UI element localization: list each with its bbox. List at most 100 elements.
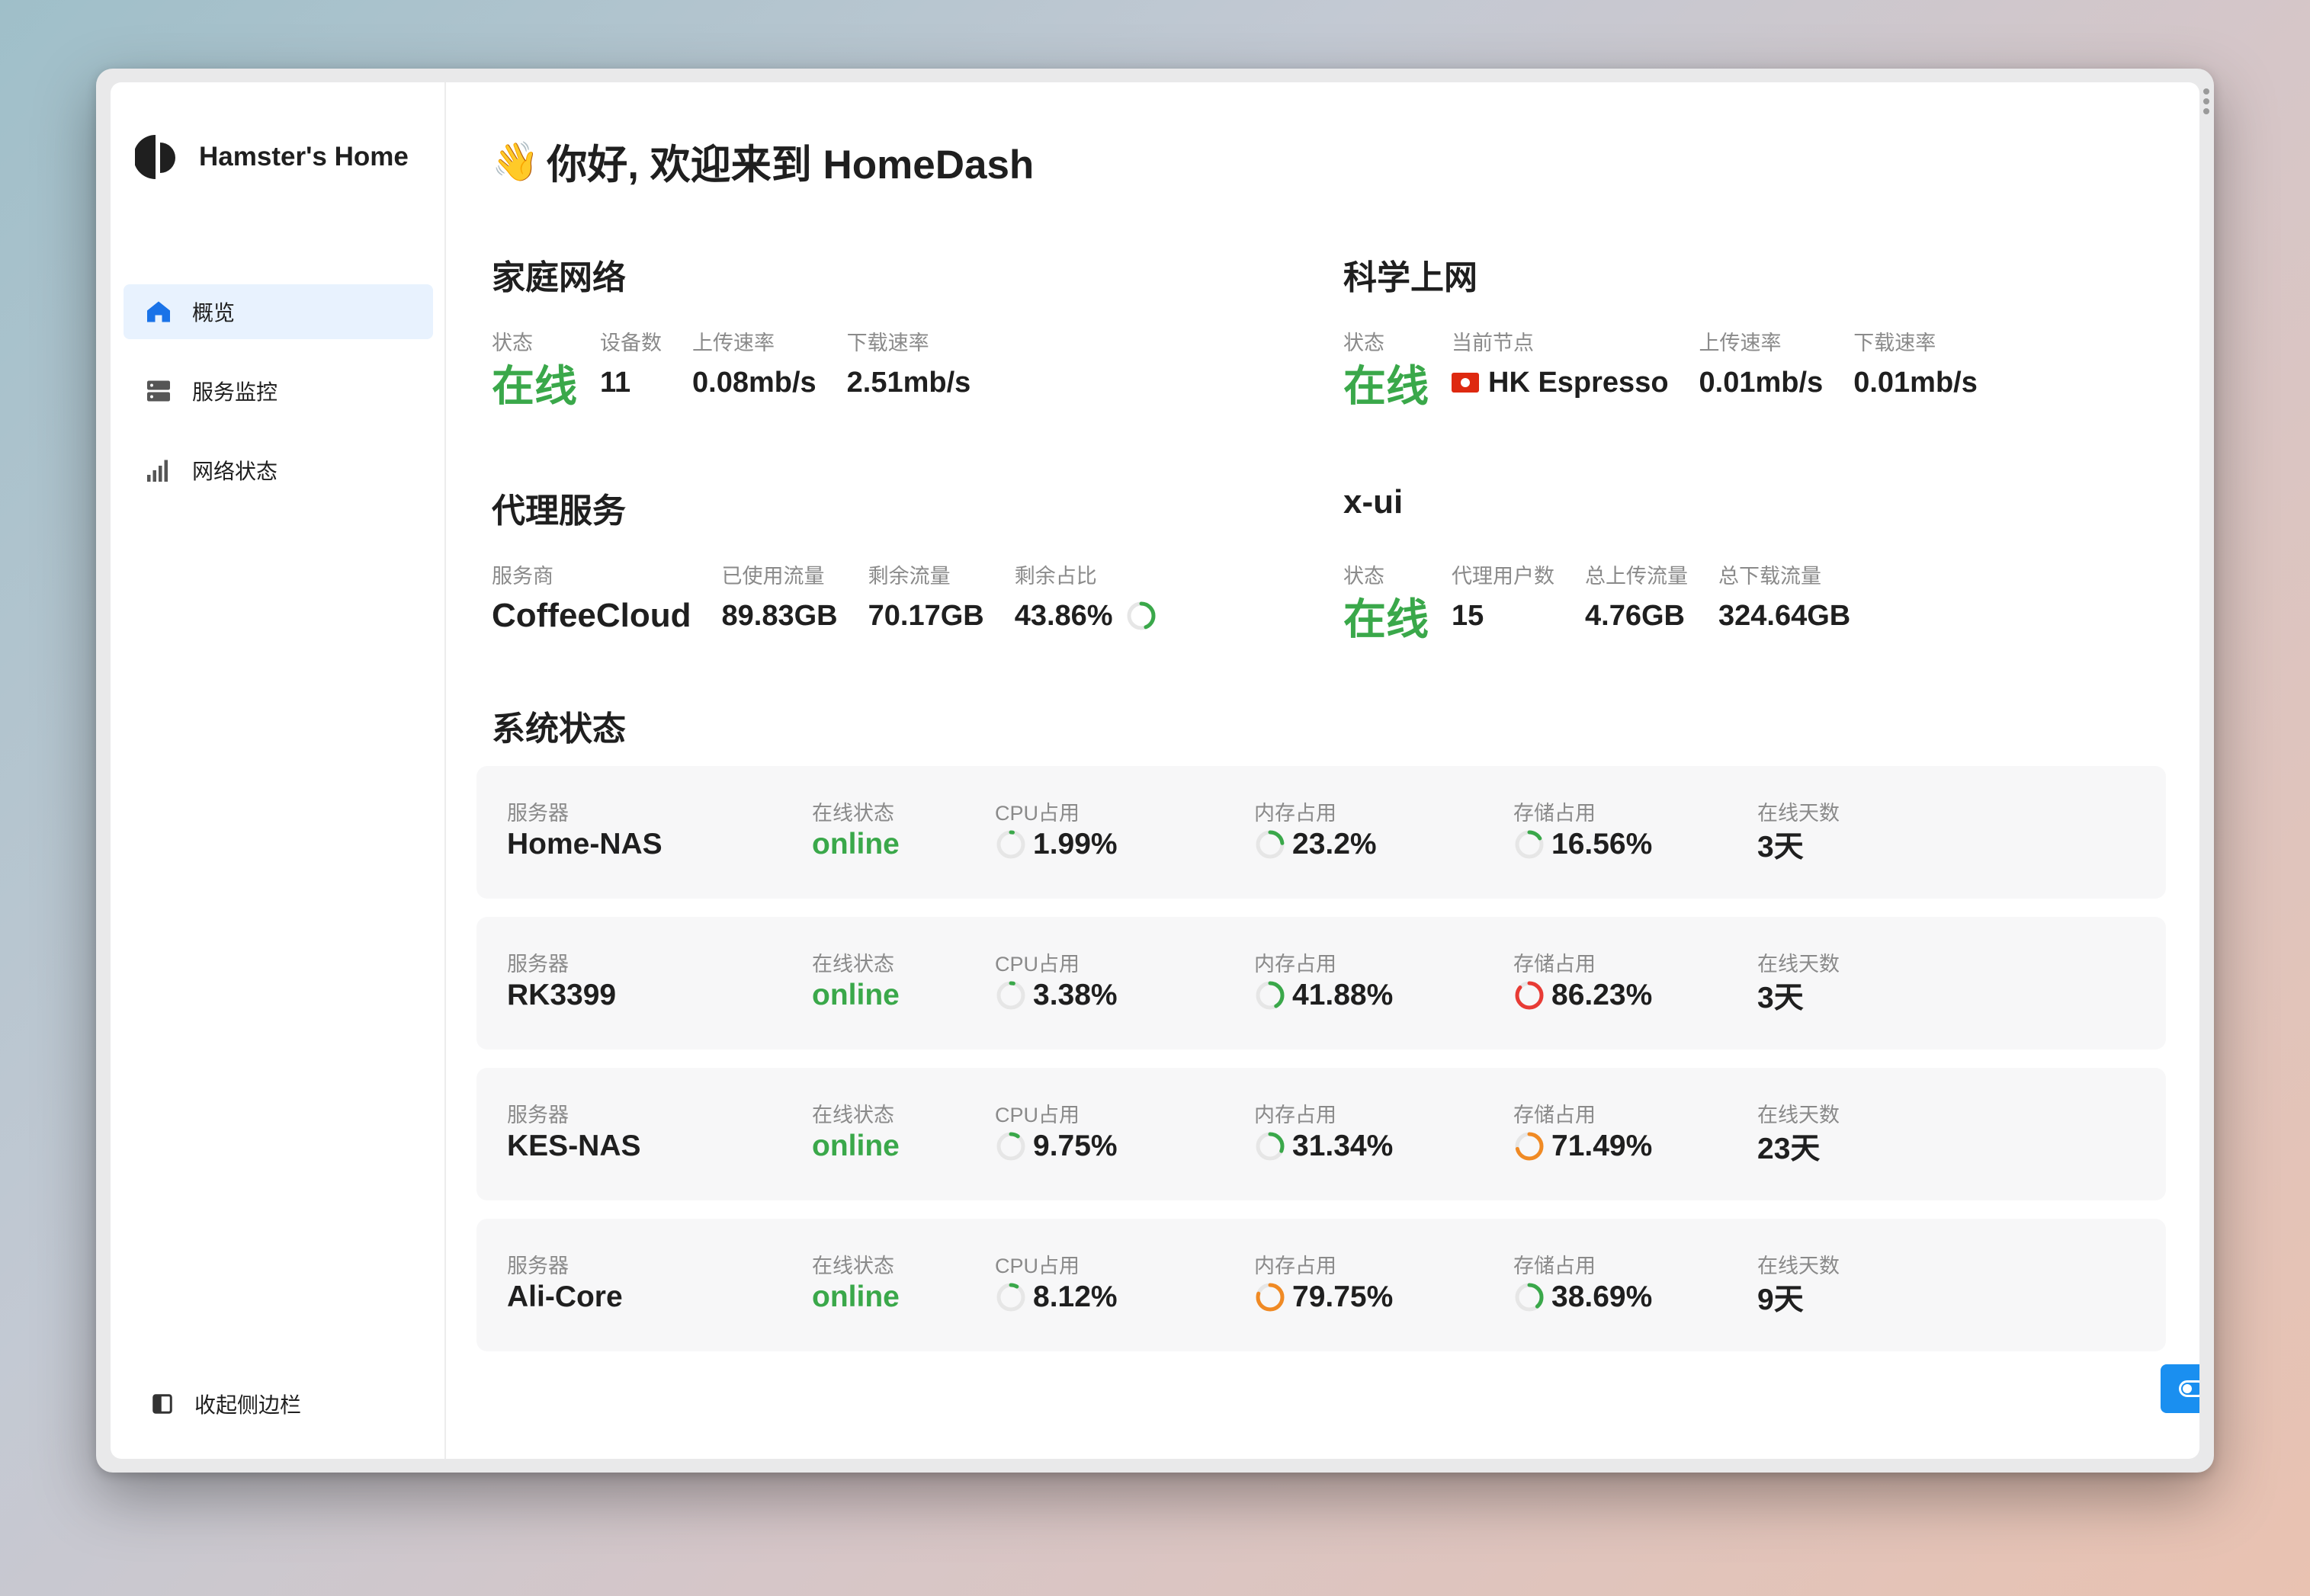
signal-bars-icon — [143, 455, 174, 486]
science-net-status: 在线 — [1343, 361, 1429, 410]
sidebar-item-overview[interactable]: 概览 — [124, 284, 433, 339]
app-window: Hamster's Home 概览 服务监控 网络状态 收起侧边栏 👋 你好, … — [111, 82, 2199, 1459]
server-icon — [143, 376, 174, 406]
device-count: 11 — [600, 366, 631, 399]
progress-ring-track — [996, 981, 1025, 1010]
waving-hand-icon: 👋 — [492, 139, 540, 183]
mem-ring — [1256, 1132, 1285, 1161]
status-label: 在线状态 — [812, 1255, 894, 1277]
stat-label: 状态 — [1343, 332, 1384, 354]
stat-label: 下载速率 — [846, 332, 929, 354]
mem-value: 23.2% — [1292, 828, 1377, 860]
hong-kong-flag-icon — [1452, 373, 1479, 393]
mem-usage: 79.75% — [1254, 1278, 1393, 1316]
status-label: 在线状态 — [812, 953, 894, 976]
home-network-status: 在线 — [492, 361, 577, 410]
collapse-sidebar-button[interactable]: 收起侧边栏 — [147, 1389, 301, 1419]
disk-label: 存储占用 — [1513, 953, 1596, 976]
proxy-provider: CoffeeCloud — [492, 597, 691, 634]
stat-label: 设备数 — [600, 332, 662, 354]
server-name: Home-NAS — [507, 828, 663, 860]
sidebar-item-service-monitor[interactable]: 服务监控 — [124, 364, 433, 418]
disk-usage: 16.56% — [1513, 825, 1652, 864]
drag-handle-icon[interactable] — [2203, 88, 2211, 116]
stat-label: 总下载流量 — [1718, 565, 1821, 588]
disk-usage: 71.49% — [1513, 1127, 1652, 1165]
disk-value: 86.23% — [1551, 979, 1653, 1011]
progress-ring-arc — [1515, 981, 1544, 1010]
cpu-usage: 8.12% — [995, 1278, 1118, 1316]
cpu-value: 8.12% — [1033, 1280, 1118, 1313]
cpu-label: CPU占用 — [995, 1255, 1080, 1277]
stat-label: 剩余占比 — [1014, 565, 1097, 588]
cpu-value: 9.75% — [1033, 1130, 1118, 1162]
greeting-text: 你好, 欢迎来到 HomeDash — [547, 143, 1035, 187]
mem-usage: 41.88% — [1254, 976, 1393, 1014]
disk-value: 16.56% — [1551, 828, 1653, 860]
mem-label: 内存占用 — [1254, 953, 1336, 976]
cpu-value: 1.99% — [1033, 828, 1118, 860]
xui-section: x-ui 状态 在线 代理用户数 15 总上传流量 4.76GB 总下载流量 324.6… — [1343, 483, 1850, 643]
cpu-usage: 1.99% — [995, 825, 1118, 864]
used-traffic: 89.83GB — [721, 599, 838, 632]
progress-ring-track — [996, 1283, 1025, 1312]
disk-value: 38.69% — [1551, 1280, 1653, 1313]
home-icon — [143, 296, 174, 327]
theme-toggle-button[interactable]: 晚安 — [2161, 1364, 2199, 1413]
cpu-ring — [996, 1283, 1025, 1312]
server-status: online — [812, 1280, 900, 1313]
online-days: 23天 — [1757, 1133, 1821, 1165]
mem-value: 31.34% — [1292, 1130, 1394, 1162]
mem-value: 41.88% — [1292, 979, 1394, 1011]
mem-label: 内存占用 — [1254, 1255, 1336, 1277]
cpu-label: CPU占用 — [995, 1104, 1080, 1126]
disk-label: 存储占用 — [1513, 1104, 1596, 1126]
disk-label: 存储占用 — [1513, 802, 1596, 825]
server-card[interactable]: 服务器 Home-NAS 在线状态 online CPU占用 1.99% 内存占用 23… — [476, 766, 2166, 899]
total-upload: 4.76GB — [1585, 599, 1685, 632]
disk-usage: 38.69% — [1513, 1278, 1652, 1316]
server-card[interactable]: 服务器 KES-NAS 在线状态 online CPU占用 9.75% 内存占用 31.… — [476, 1068, 2166, 1200]
server-label: 服务器 — [507, 1104, 569, 1126]
server-status: online — [812, 1130, 900, 1162]
disk-ring — [1515, 981, 1544, 1010]
science-net-section: 科学上网 状态 在线 当前节点 HK Espresso 上传速率 0.01mb/s 下… — [1343, 250, 1978, 410]
main-content: 👋 你好, 欢迎来到 HomeDash 家庭网络 状态 在线 设备数 11 上传速率… — [446, 82, 2199, 1459]
cpu-label: CPU占用 — [995, 802, 1080, 825]
section-title: 系统状态 — [492, 710, 626, 748]
sidebar-item-label: 服务监控 — [192, 380, 278, 404]
stat-label: 总上传流量 — [1585, 565, 1688, 588]
brand[interactable]: Hamster's Home — [135, 132, 409, 182]
disk-ring — [1515, 1283, 1544, 1312]
server-label: 服务器 — [507, 953, 569, 976]
stat-label: 上传速率 — [1699, 332, 1782, 354]
sidebar: Hamster's Home 概览 服务监控 网络状态 收起侧边栏 — [111, 82, 446, 1459]
page-title: 👋 你好, 欢迎来到 HomeDash — [492, 133, 1034, 191]
cpu-usage: 9.75% — [995, 1127, 1118, 1165]
disk-label: 存储占用 — [1513, 1255, 1596, 1277]
sidebar-item-label: 网络状态 — [192, 460, 278, 483]
sidebar-nav: 概览 服务监控 网络状态 — [124, 284, 433, 522]
download-rate: 0.01mb/s — [1853, 366, 1978, 399]
remaining-traffic: 70.17GB — [868, 599, 984, 632]
sidebar-item-network-status[interactable]: 网络状态 — [124, 443, 433, 498]
server-card[interactable]: 服务器 RK3399 在线状态 online CPU占用 3.38% 内存占用 41.8… — [476, 917, 2166, 1050]
days-label: 在线天数 — [1757, 953, 1840, 976]
server-card[interactable]: 服务器 Ali-Core 在线状态 online CPU占用 8.12% 内存占用 79… — [476, 1219, 2166, 1351]
online-days: 3天 — [1757, 831, 1804, 864]
collapse-sidebar-label: 收起侧边栏 — [194, 1393, 302, 1417]
section-title: 家庭网络 — [492, 259, 626, 296]
server-list: 服务器 Home-NAS 在线状态 online CPU占用 1.99% 内存占用 23… — [476, 766, 2166, 1370]
stat-label: 服务商 — [492, 565, 553, 588]
stat-label: 上传速率 — [692, 332, 775, 354]
cpu-value: 3.38% — [1033, 979, 1118, 1011]
progress-ring-track — [996, 830, 1025, 859]
download-rate: 2.51mb/s — [846, 366, 971, 399]
stat-label: 下载速率 — [1853, 332, 1936, 354]
server-label: 服务器 — [507, 1255, 569, 1277]
online-days: 9天 — [1757, 1284, 1804, 1316]
stat-label: 状态 — [1343, 565, 1384, 588]
stat-label: 代理用户数 — [1452, 565, 1554, 588]
brand-name: Hamster's Home — [199, 142, 409, 171]
server-name: RK3399 — [507, 979, 617, 1011]
